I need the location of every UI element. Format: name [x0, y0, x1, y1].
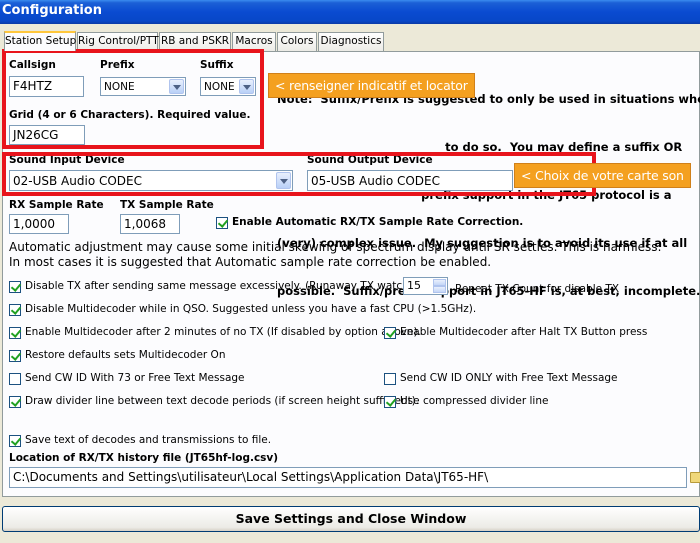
spinner-arrows-icon[interactable]: [433, 279, 446, 293]
window-title: Configuration: [2, 3, 102, 18]
history-file-input[interactable]: C:\Documents and Settings\utilisateur\Lo…: [9, 467, 687, 488]
history-file-label: Location of RX/TX history file (JT65hf-l…: [9, 452, 279, 464]
draw-divider-label: Draw divider line between text decode pe…: [25, 395, 420, 407]
tab-station-setup[interactable]: Station Setup: [4, 31, 76, 51]
rx-rate-input[interactable]: 1,0000: [9, 214, 69, 234]
tx-rate-label: TX Sample Rate: [120, 199, 214, 211]
auto-correction-checkbox[interactable]: [216, 217, 228, 229]
enable-multidecoder-2min-label: Enable Multidecoder after 2 minutes of n…: [25, 326, 421, 338]
window-titlebar: Configuration: [0, 0, 700, 24]
compressed-divider-checkbox[interactable]: [384, 396, 396, 408]
disable-multidecoder-checkbox[interactable]: [9, 304, 21, 316]
draw-divider-checkbox[interactable]: [9, 396, 21, 408]
send-cwid-73-checkbox[interactable]: [9, 373, 21, 385]
auto-note-line-1: Automatic adjustment may cause some init…: [9, 240, 662, 254]
disable-tx-checkbox[interactable]: [9, 281, 21, 293]
enable-multidecoder-halt-checkbox[interactable]: [384, 327, 396, 339]
auto-note-line-2: In most cases it is suggested that Autom…: [9, 255, 492, 269]
rx-rate-label: RX Sample Rate: [9, 199, 104, 211]
restore-defaults-checkbox[interactable]: [9, 350, 21, 362]
tab-diagnostics[interactable]: Diagnostics: [318, 32, 384, 51]
restore-defaults-label: Restore defaults sets Multidecoder On: [25, 349, 226, 361]
disable-multidecoder-label: Disable Multidecoder while in QSO. Sugge…: [25, 303, 477, 315]
save-settings-button[interactable]: Save Settings and Close Window: [2, 506, 700, 532]
compressed-divider-label: Use compressed divider line: [400, 395, 549, 407]
send-cwid-free-checkbox[interactable]: [384, 373, 396, 385]
disable-tx-label: Disable TX after sending same message ex…: [25, 280, 433, 292]
sound-callout: < Choix de votre carte son: [514, 163, 691, 188]
send-cwid-73-label: Send CW ID With 73 or Free Text Message: [25, 372, 245, 384]
enable-multidecoder-halt-label: Enable Multidecoder after Halt TX Button…: [400, 326, 648, 338]
callsign-callout: < renseigner indicatif et locator: [268, 73, 475, 98]
folder-icon[interactable]: [690, 472, 700, 483]
enable-multidecoder-2min-checkbox[interactable]: [9, 327, 21, 339]
sound-highlight-box: [2, 152, 596, 196]
save-text-label: Save text of decodes and transmissions t…: [25, 434, 272, 446]
auto-correction-label: Enable Automatic RX/TX Sample Rate Corre…: [232, 216, 524, 228]
send-cwid-free-label: Send CW ID ONLY with Free Text Message: [400, 372, 618, 384]
repeat-count-value: 15: [407, 279, 421, 292]
tab-colors[interactable]: Colors: [277, 32, 317, 51]
callsign-highlight-box: [2, 49, 264, 149]
repeat-count-spinner[interactable]: 15: [403, 277, 448, 295]
tx-rate-input[interactable]: 1,0068: [120, 214, 180, 234]
repeat-count-label: Repeat TX Count for disable TX: [455, 283, 620, 295]
save-text-checkbox[interactable]: [9, 435, 21, 447]
